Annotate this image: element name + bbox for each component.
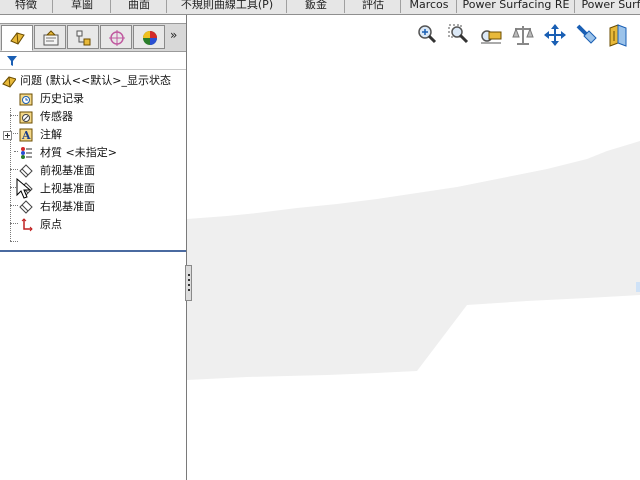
more-tabs-button[interactable]: » (170, 28, 177, 42)
zoom-to-area-button[interactable] (446, 22, 472, 48)
material-icon (21, 147, 32, 159)
filter-bar[interactable] (0, 53, 186, 70)
hide-show-items-icon (609, 24, 627, 47)
display-style-icon (576, 24, 597, 44)
display-style-button[interactable] (574, 22, 600, 48)
tree-root-part[interactable]: 问题 (默认<<默认>_显示状态 (0, 72, 186, 90)
sensor-icon (19, 111, 33, 124)
tab-power-surfacing-re[interactable]: Power Surfacing RE (456, 0, 575, 13)
tab-features[interactable]: 特徵 (0, 0, 52, 13)
tab-power-surfacing[interactable]: Power Surf (574, 0, 640, 13)
display-manager-icon (143, 31, 157, 45)
filter-icon (7, 56, 17, 66)
origin-icon (21, 218, 33, 232)
tab-surfaces[interactable]: 曲面 (110, 0, 167, 13)
tree-item-sensors[interactable]: 传感器 (0, 108, 186, 126)
panel-splitter-handle[interactable] (185, 265, 192, 301)
tab-feature-manager[interactable] (1, 25, 33, 51)
svg-text:A: A (21, 129, 31, 142)
heads-up-view-toolbar (414, 22, 640, 50)
section-view-icon (512, 26, 534, 45)
tab-evaluate[interactable]: 評估 (344, 0, 401, 13)
tab-sketch[interactable]: 草圖 (52, 0, 111, 13)
property-manager-icon (43, 30, 59, 46)
tab-curve-tools[interactable]: 不規則曲線工具(P) (166, 0, 287, 13)
plane-icon (19, 164, 33, 178)
tab-sheet-metal[interactable]: 鈑金 (286, 0, 345, 13)
feature-tree: 问题 (默认<<默认>_显示状态 历史记录 传感器 A 注解 材質 <未指定> … (0, 71, 186, 241)
tab-property-manager[interactable] (34, 25, 66, 49)
previous-view-button[interactable] (478, 22, 504, 48)
configuration-manager-icon (76, 30, 91, 46)
mouse-pointer-icon (16, 178, 32, 199)
history-icon (19, 93, 33, 106)
rollback-bar[interactable] (0, 250, 186, 252)
tree-item-history[interactable]: 历史记录 (0, 90, 186, 108)
tab-configuration-manager[interactable] (67, 25, 99, 49)
model-shape (187, 141, 640, 380)
zoom-to-fit-icon (418, 25, 437, 44)
zoom-to-fit-button[interactable] (414, 22, 440, 48)
expand-icon[interactable] (3, 131, 17, 145)
feature-manager-tabbar: » (0, 23, 186, 52)
tree-root-label: 问题 (默认<<默认>_显示状态 (20, 74, 171, 87)
previous-view-icon (481, 30, 502, 44)
tree-item-annotations[interactable]: A 注解 (0, 126, 186, 144)
zoom-to-area-icon (448, 24, 469, 44)
graphics-viewport[interactable] (187, 15, 640, 480)
feature-manager-icon (10, 32, 25, 45)
tab-dimxpert-manager[interactable] (100, 25, 132, 49)
tree-item-right-plane[interactable]: 右视基准面 (0, 198, 186, 216)
plane-icon (19, 200, 33, 214)
annotation-icon: A (19, 128, 33, 142)
section-view-button[interactable] (510, 22, 536, 48)
hide-show-items-button[interactable] (606, 22, 632, 48)
dimxpert-manager-icon (109, 30, 125, 46)
part-icon (2, 76, 16, 88)
tree-item-material[interactable]: 材質 <未指定> (0, 144, 186, 162)
view-orientation-icon (544, 24, 566, 46)
tab-display-manager[interactable] (133, 25, 165, 49)
view-orientation-button[interactable] (542, 22, 568, 48)
command-manager-tabs: 特徵 草圖 曲面 不規則曲線工具(P) 鈑金 評估 Marcos Power S… (0, 0, 640, 15)
feature-manager-panel: » 问题 (默认<<默认>_显示状态 历史记录 传感器 A 注解 材質 <未指定… (0, 15, 187, 480)
tab-marcos[interactable]: Marcos (400, 0, 457, 13)
tree-item-origin[interactable]: 原点 (0, 216, 186, 234)
